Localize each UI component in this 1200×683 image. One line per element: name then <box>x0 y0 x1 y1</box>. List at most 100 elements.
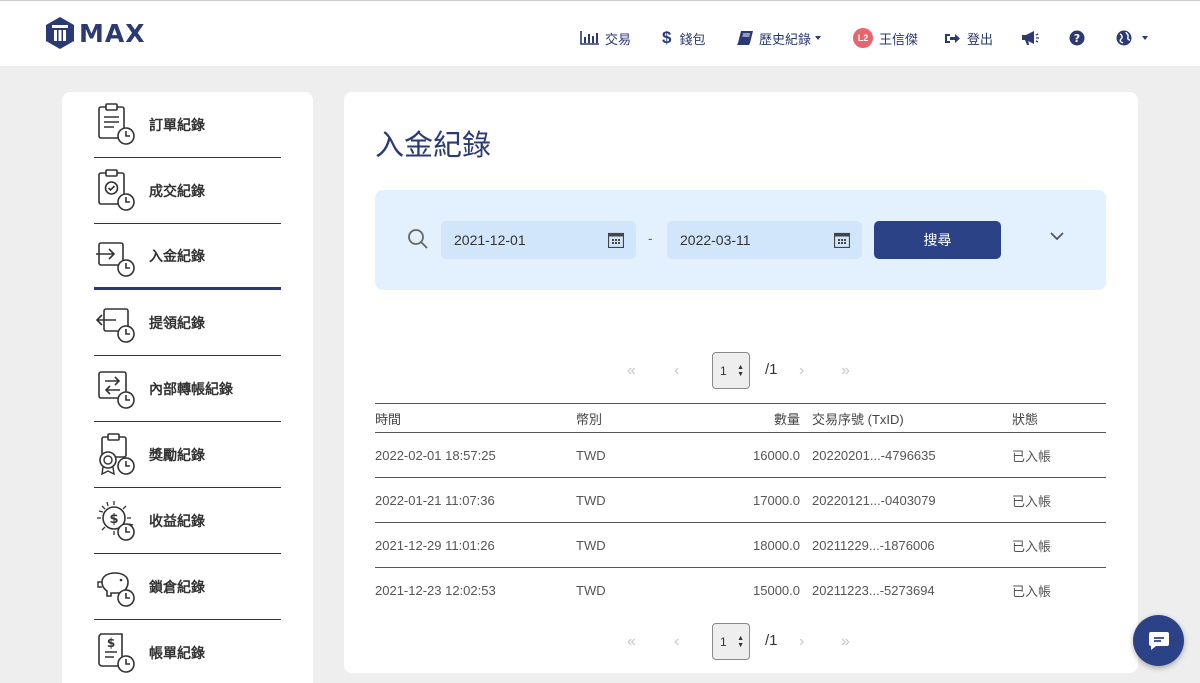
prev-page-button[interactable]: ‹ <box>674 362 679 380</box>
nav-user-label: 王信傑 <box>879 31 919 47</box>
start-date-input[interactable]: 2021-12-01 <box>441 221 636 259</box>
header-amount: 數量 <box>773 411 800 427</box>
first-page-button[interactable]: « <box>627 633 636 651</box>
piggy-bank-icon <box>97 572 135 607</box>
nav-wallet[interactable]: $ 錢包 <box>662 27 705 49</box>
nav-trade[interactable]: 交易 <box>580 27 631 49</box>
cell-txid[interactable]: 20211223...-5273694 <box>812 568 935 613</box>
nav-help[interactable]: ? <box>1069 27 1091 49</box>
trade-check-icon <box>98 169 135 211</box>
header-status: 狀態 <box>1012 411 1039 427</box>
search-icon <box>408 229 428 249</box>
dollar-icon: $ <box>662 28 672 47</box>
pagination-top: « ‹ 1 ▲ ▼ /1 › » <box>344 352 1138 390</box>
last-page-button[interactable]: » <box>841 362 850 380</box>
sidebar-item-label: 帳單紀錄 <box>149 644 205 661</box>
page-select[interactable]: 1 ▲ ▼ <box>712 623 750 660</box>
top-nav: 交易 $ 錢包 歷史紀錄 L2 王信傑 登出 ? <box>0 27 1200 51</box>
page-total: /1 <box>765 632 778 649</box>
header-txid: 交易序號 (TxID) <box>812 411 904 427</box>
nav-wallet-label: 錢包 <box>679 31 706 47</box>
sidebar-item-locked[interactable]: 鎖倉紀錄 <box>94 554 281 620</box>
sidebar-item-earnings[interactable]: $ 收益紀錄 <box>94 488 281 554</box>
cell-txid[interactable]: 20211229...-1876006 <box>812 523 935 567</box>
sidebar-item-label: 內部轉帳紀錄 <box>149 380 233 397</box>
cell-currency: TWD <box>576 583 606 598</box>
first-page-button[interactable]: « <box>627 362 636 380</box>
pagination-bottom: « ‹ 1 ▲ ▼ /1 › » <box>344 623 1138 661</box>
cell-amount: 15000.0 <box>753 583 800 598</box>
page-total: /1 <box>765 361 778 378</box>
sidebar-item-withdrawals[interactable]: 提領紀錄 <box>94 290 281 356</box>
nav-language[interactable] <box>1116 27 1148 49</box>
prev-page-button[interactable]: ‹ <box>674 633 679 651</box>
chat-widget-button[interactable] <box>1133 615 1184 666</box>
svg-text:$: $ <box>107 636 115 650</box>
page-select[interactable]: 1 ▲ ▼ <box>712 352 750 389</box>
cell-time: 2021-12-23 12:02:53 <box>375 583 496 598</box>
header-time: 時間 <box>375 411 402 427</box>
history-sidebar: 訂單紀錄 成交紀錄 入金紀錄 提領紀錄 內部轉帳紀錄 獎勵紀錄 $ 收益紀錄 鎖… <box>62 92 313 683</box>
page-title: 入金紀錄 <box>375 130 492 162</box>
nav-logout[interactable]: 登出 <box>945 27 993 49</box>
table-row: 2021-12-29 11:01:26 TWD 18000.0 20211229… <box>375 523 1106 568</box>
nav-trade-label: 交易 <box>605 31 632 47</box>
chevron-down-icon <box>1142 36 1148 40</box>
earnings-coin-icon: $ <box>97 501 135 541</box>
cell-amount: 17000.0 <box>753 492 800 508</box>
header-currency: 幣別 <box>576 411 603 427</box>
next-page-button[interactable]: › <box>799 633 804 651</box>
sidebar-item-deposits[interactable]: 入金紀錄 <box>94 224 281 290</box>
select-arrows-icon: ▲ ▼ <box>737 364 744 378</box>
sidebar-item-label: 收益紀錄 <box>149 512 205 529</box>
cell-currency: TWD <box>576 537 606 553</box>
next-page-button[interactable]: › <box>799 362 804 380</box>
last-page-button[interactable]: » <box>841 633 850 651</box>
cell-txid[interactable]: 20220201...-4796635 <box>812 433 936 477</box>
sidebar-item-label: 入金紀錄 <box>149 247 205 264</box>
cell-time: 2022-02-01 18:57:25 <box>375 447 496 463</box>
sidebar-item-orders[interactable]: 訂單紀錄 <box>94 92 281 158</box>
cell-txid[interactable]: 20220121...-0403079 <box>812 478 936 522</box>
table-row: 2022-01-21 11:07:36 TWD 17000.0 20220121… <box>375 478 1106 523</box>
sidebar-item-label: 成交紀錄 <box>149 182 205 199</box>
avatar: L2 <box>853 28 873 48</box>
sidebar-item-transfers[interactable]: 內部轉帳紀錄 <box>94 356 281 422</box>
deposit-icon <box>96 242 135 277</box>
table-row: 2022-02-01 18:57:25 TWD 16000.0 20220201… <box>375 433 1106 478</box>
globe-icon <box>1116 30 1132 46</box>
nav-history[interactable]: 歷史紀錄 <box>737 27 822 49</box>
svg-text:$: $ <box>109 512 118 527</box>
cell-currency: TWD <box>576 447 606 463</box>
end-date-input[interactable]: 2022-03-11 <box>667 221 862 259</box>
bill-receipt-icon: $ <box>98 633 135 673</box>
transfer-icon <box>98 371 135 409</box>
page-select-value: 1 <box>720 634 727 649</box>
sidebar-item-trades[interactable]: 成交紀錄 <box>94 158 281 224</box>
svg-text:?: ? <box>1074 32 1080 45</box>
withdraw-icon <box>96 308 135 343</box>
reward-medal-icon <box>99 433 135 476</box>
book-icon <box>737 31 753 45</box>
sidebar-item-bills[interactable]: $ 帳單紀錄 <box>94 620 281 683</box>
calendar-icon[interactable] <box>608 232 624 248</box>
end-date-value: 2022-03-11 <box>680 232 751 248</box>
deposit-table: 時間 幣別 數量 交易序號 (TxID) 狀態 2022-02-01 18:57… <box>375 403 1106 613</box>
sidebar-item-label: 鎖倉紀錄 <box>149 578 205 595</box>
cell-time: 2021-12-29 11:01:26 <box>375 537 495 553</box>
cell-status: 已入帳 <box>1012 538 1052 554</box>
calendar-icon[interactable] <box>834 232 850 248</box>
sidebar-item-label: 獎勵紀錄 <box>149 446 205 463</box>
search-button[interactable]: 搜尋 <box>874 221 1001 259</box>
nav-history-label: 歷史紀錄 <box>759 31 812 47</box>
sign-out-icon <box>945 33 960 43</box>
megaphone-icon <box>1022 31 1039 45</box>
cell-amount: 18000.0 <box>753 537 800 553</box>
search-panel: 2021-12-01 - 2022-03-11 搜尋 <box>375 190 1106 290</box>
chat-bubble-icon <box>1148 631 1169 650</box>
sidebar-item-rewards[interactable]: 獎勵紀錄 <box>94 422 281 488</box>
bar-chart-icon <box>580 31 599 45</box>
nav-user[interactable]: L2 王信傑 <box>853 27 918 49</box>
chevron-down-icon[interactable] <box>1050 232 1064 241</box>
nav-announcements[interactable] <box>1022 27 1045 49</box>
